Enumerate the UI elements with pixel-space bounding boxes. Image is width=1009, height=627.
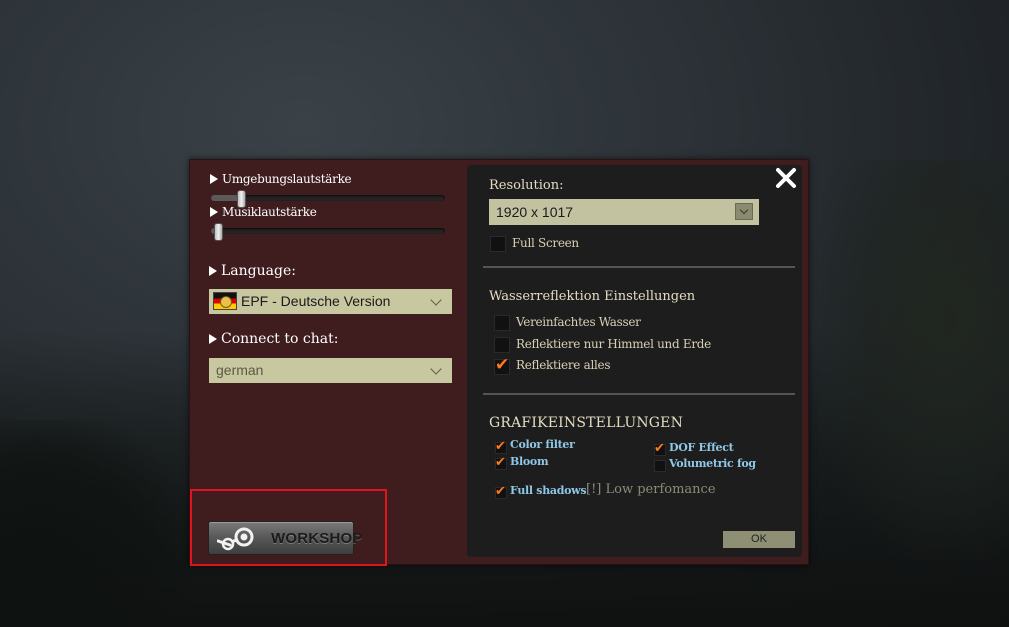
audio-language-panel: Umgebungslautstärke Musiklautstärke Lang… (190, 160, 460, 564)
checkmark-icon: ✔ (654, 441, 665, 456)
water-option-label-1: Vereinfachtes Wasser (516, 315, 641, 329)
resolution-select[interactable]: 1920 x 1017 (489, 199, 759, 225)
dof-effect-checkbox[interactable]: ✔ (654, 441, 666, 456)
german-flag-icon (213, 292, 237, 310)
volumetric-fog-checkbox[interactable] (654, 460, 666, 472)
graphics-panel: Resolution: 1920 x 1017 Full Screen Wass… (467, 165, 802, 557)
divider (483, 393, 795, 395)
chat-select[interactable]: german (209, 358, 452, 383)
language-select[interactable]: EPF - Deutsche Version (209, 289, 452, 314)
chat-label: Connect to chat: (209, 331, 338, 347)
full-shadows-label: Full shadows (510, 484, 587, 497)
resolution-label: Resolution: (489, 178, 564, 193)
volumetric-fog-label: Volumetric fog (669, 457, 756, 470)
water-section-title: Wasserreflektion Einstellungen (489, 289, 696, 304)
color-filter-label: Color filter (510, 438, 575, 451)
language-label: Language: (209, 263, 296, 279)
chevron-down-icon (430, 363, 442, 375)
music-volume-label: Musiklautstärke (210, 205, 317, 219)
fullscreen-checkbox[interactable] (490, 236, 506, 252)
water-option-label-3: Reflektiere alles (516, 358, 611, 372)
water-option-checkbox-1[interactable] (494, 315, 510, 331)
resolution-value: 1920 x 1017 (496, 204, 574, 220)
music-volume-slider[interactable] (211, 223, 445, 241)
workshop-button[interactable]: WORKSHOP (208, 521, 362, 555)
close-button[interactable] (773, 165, 799, 191)
ambient-volume-slider[interactable] (211, 190, 445, 208)
water-option-checkbox-3[interactable]: ✔ (494, 355, 510, 375)
close-icon (776, 168, 796, 188)
workshop-label: WORKSHOP (271, 530, 363, 547)
water-option-checkbox-2[interactable] (494, 337, 510, 353)
checkmark-icon: ✔ (495, 484, 506, 499)
bloom-checkbox[interactable]: ✔ (495, 455, 507, 470)
checkmark-icon: ✔ (495, 355, 510, 375)
music-volume-handle[interactable] (214, 223, 223, 241)
expand-arrow-icon (210, 207, 218, 217)
expand-arrow-icon (209, 334, 217, 344)
checkmark-icon: ✔ (495, 439, 506, 454)
checkmark-icon: ✔ (495, 455, 506, 470)
ambient-volume-label: Umgebungslautstärke (210, 172, 352, 186)
settings-dialog: Umgebungslautstärke Musiklautstärke Lang… (189, 159, 809, 566)
graphics-section-title: GRAFIKEINSTELLUNGEN (489, 415, 684, 431)
dof-effect-label: DOF Effect (669, 441, 734, 454)
full-shadows-checkbox[interactable]: ✔ (495, 484, 507, 499)
expand-arrow-icon (209, 266, 217, 276)
expand-arrow-icon (210, 174, 218, 184)
steam-icon (217, 527, 254, 551)
resolution-dropdown-button[interactable] (735, 203, 753, 220)
color-filter-checkbox[interactable]: ✔ (495, 439, 507, 454)
low-performance-note: [!] Low perfomance (586, 482, 716, 497)
background-tree-left (0, 420, 190, 627)
divider (483, 266, 795, 268)
background-tree-right (810, 160, 1009, 560)
ok-button[interactable]: OK (723, 531, 795, 548)
chat-select-value: german (216, 362, 264, 378)
chevron-down-icon (739, 205, 749, 215)
chevron-down-icon (430, 294, 442, 306)
water-option-label-2: Reflektiere nur Himmel und Erde (516, 337, 711, 351)
bloom-label: Bloom (510, 455, 549, 468)
language-select-value: EPF - Deutsche Version (241, 293, 391, 309)
fullscreen-label: Full Screen (512, 236, 579, 250)
